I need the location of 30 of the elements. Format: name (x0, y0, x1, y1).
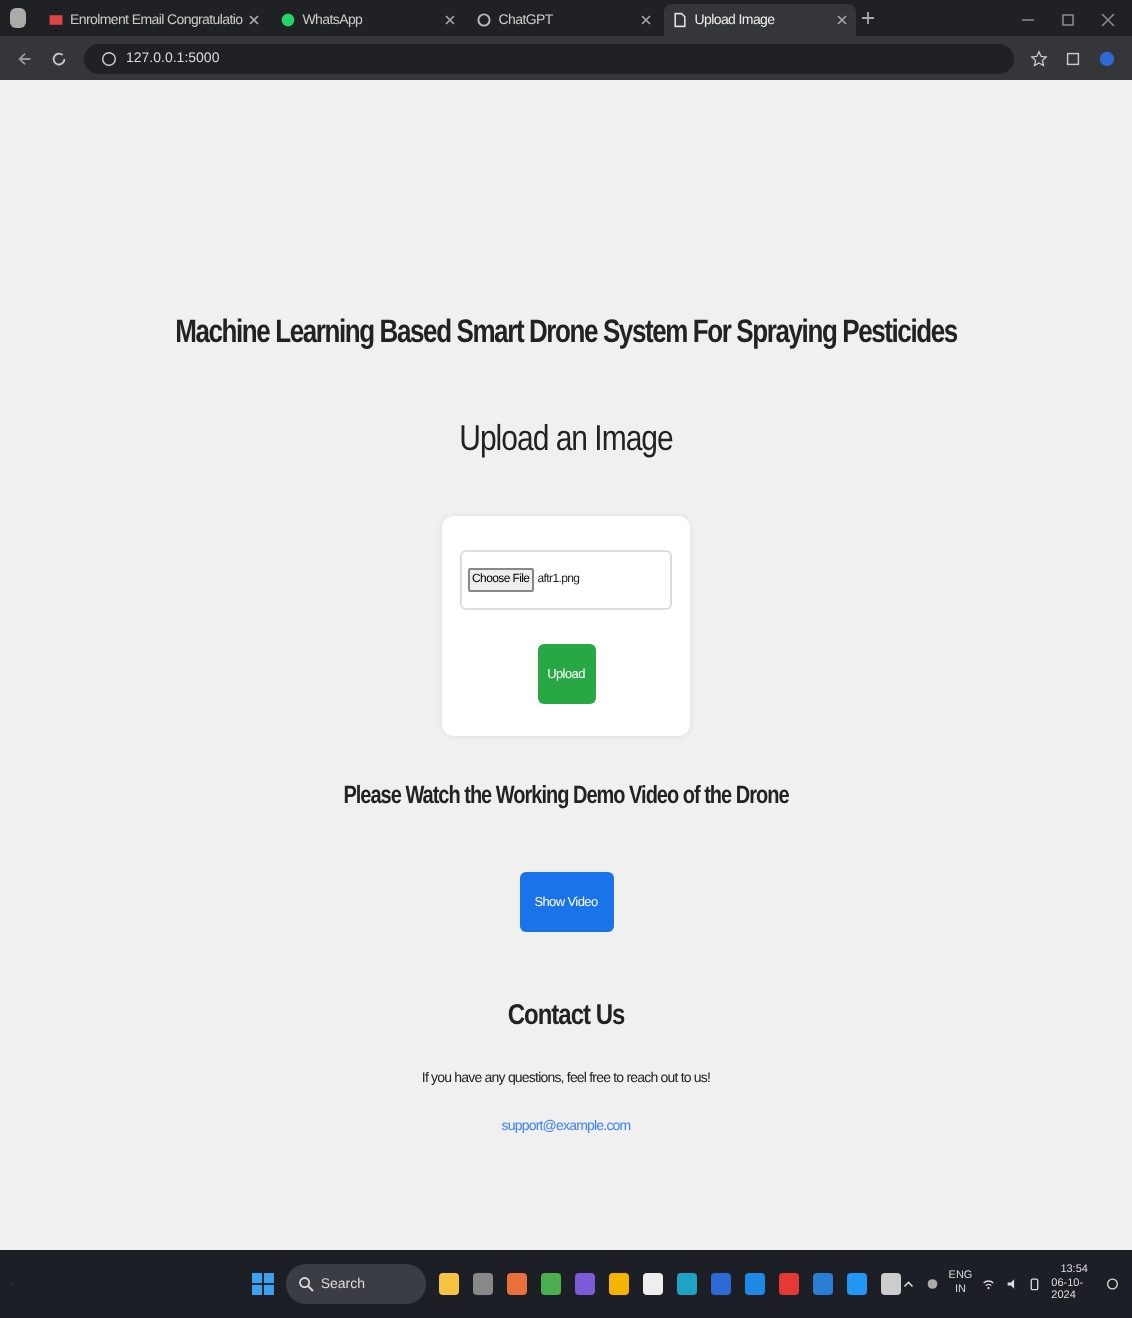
video-heading: Please Watch the Working Demo Video of the Drone (343, 783, 789, 811)
chevron-icon[interactable] (902, 1276, 916, 1292)
maximize-icon[interactable] (1060, 12, 1076, 28)
speaker-icon[interactable] (1005, 1276, 1019, 1292)
close-icon[interactable] (640, 14, 653, 26)
app-icon[interactable] (540, 1272, 563, 1296)
app-icon[interactable] (880, 1272, 903, 1296)
page-icon (672, 12, 689, 28)
close-icon[interactable] (1100, 12, 1116, 28)
windows-icon[interactable] (252, 1272, 275, 1296)
page-title: Machine Learning Based Smart Drone System For Spraying Pesticides (175, 312, 957, 350)
info-icon[interactable] (100, 49, 118, 67)
notification-icon[interactable] (1106, 1276, 1120, 1292)
app-icon[interactable] (438, 1272, 461, 1296)
plus-icon[interactable] (860, 10, 877, 26)
chat-icon (280, 12, 297, 28)
app-icon[interactable] (608, 1272, 631, 1296)
upload-heading: Upload an Image (459, 418, 673, 460)
search-icon (298, 1276, 315, 1292)
close-icon[interactable] (248, 14, 261, 26)
star-icon[interactable] (1030, 49, 1048, 67)
reload-icon[interactable] (50, 49, 68, 67)
app-icon[interactable] (642, 1272, 665, 1296)
back-icon[interactable] (16, 49, 34, 67)
close-icon[interactable] (444, 14, 457, 26)
contact-heading: Contact Us (507, 997, 625, 1031)
app-icon[interactable] (676, 1272, 699, 1296)
close-icon[interactable] (836, 14, 849, 26)
wifi-icon[interactable] (982, 1276, 996, 1292)
battery-icon[interactable] (1028, 1276, 1042, 1292)
